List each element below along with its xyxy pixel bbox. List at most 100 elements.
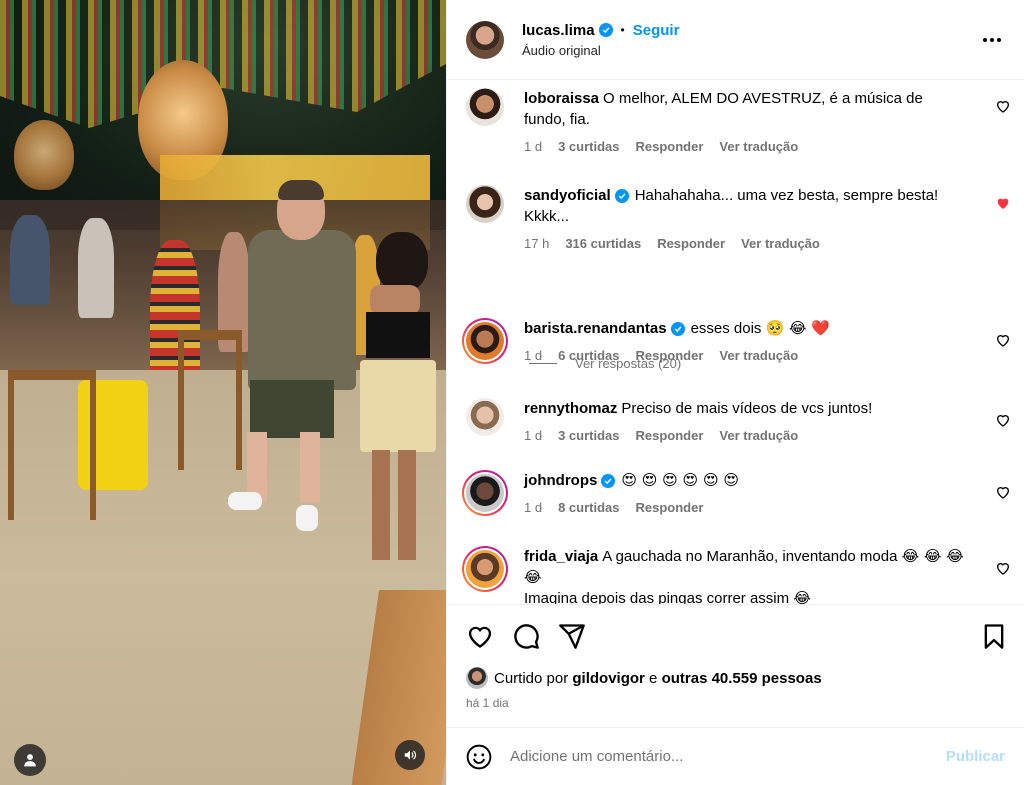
comment-content: Preciso de mais vídeos de vcs juntos!	[621, 400, 873, 417]
more-options-button[interactable]	[980, 28, 1004, 52]
heart-icon[interactable]	[995, 412, 1011, 428]
woman-shoulders	[370, 285, 420, 315]
comment: barista.renandantas esses dois 🥺 😂 ❤️ 1 d…	[447, 318, 1024, 364]
comment-icon[interactable]	[512, 622, 540, 650]
comment-likes[interactable]: 316 curtidas	[565, 236, 641, 251]
mute-button[interactable]	[395, 740, 425, 770]
header-row: lucas.lima • Seguir	[522, 22, 679, 39]
avatar	[466, 474, 504, 512]
heart-icon[interactable]	[995, 332, 1011, 348]
woman-leg	[398, 450, 416, 560]
comment-username[interactable]: loboraissa	[524, 90, 599, 107]
comment-body: sandyoficial Hahahahaha... uma vez besta,…	[524, 185, 964, 251]
comment-text: johndrops 😍 😍 😍 😍 😍 😍	[524, 470, 964, 491]
comment-content: A gauchada no Maranhão, inventando moda	[602, 548, 898, 565]
avatar	[466, 550, 504, 588]
comment-text: frida_viaja A gauchada no Maranhão, inven…	[524, 546, 964, 604]
post-side-panel: lucas.lima • Seguir Áudio original lobor…	[446, 0, 1024, 785]
reply-button[interactable]: Responder	[636, 500, 704, 515]
liked-by-others[interactable]: outras 40.559 pessoas	[662, 670, 822, 687]
share-icon[interactable]	[558, 622, 586, 650]
shoe	[296, 505, 318, 531]
lantern	[14, 120, 74, 190]
follow-button[interactable]: Seguir	[633, 22, 680, 39]
post-timestamp[interactable]: há 1 dia	[447, 696, 1024, 718]
person	[10, 215, 50, 305]
likes-summary: Curtido por gildovigor e outras 40.559 p…	[447, 664, 1024, 692]
comment-time[interactable]: 1 d	[524, 500, 542, 515]
translate-button[interactable]: Ver tradução	[719, 428, 798, 443]
avatar[interactable]	[466, 185, 504, 223]
audio-link[interactable]: Áudio original	[522, 43, 679, 58]
chair	[178, 330, 242, 470]
avatar[interactable]	[466, 20, 504, 59]
comment-meta: 1 d 8 curtidas Responder	[524, 500, 964, 515]
heart-icon[interactable]	[466, 622, 494, 650]
comment-text: rennythomaz Preciso de mais vídeos de vcs…	[524, 398, 964, 419]
avatar	[466, 322, 504, 360]
heart-filled-icon[interactable]	[995, 195, 1011, 211]
reply-button[interactable]: Responder	[636, 428, 704, 443]
tagged-users-button[interactable]	[14, 744, 46, 776]
comment-likes[interactable]: 6 curtidas	[558, 348, 619, 363]
comment-time[interactable]: 1 d	[524, 348, 542, 363]
author-username[interactable]: lucas.lima	[522, 22, 595, 39]
comment-likes[interactable]: 8 curtidas	[558, 500, 619, 515]
comment-meta: 1 d 6 curtidas Responder Ver tradução	[524, 348, 964, 363]
man-figure	[248, 230, 356, 390]
comment-content-continued: Imagina depois das pingas correr assim	[524, 590, 790, 604]
translate-button[interactable]: Ver tradução	[719, 139, 798, 154]
comment-body: rennythomaz Preciso de mais vídeos de vcs…	[524, 398, 964, 443]
comment-emoji: 🥺 😂 ❤️	[765, 319, 831, 337]
avatar[interactable]	[466, 667, 488, 689]
avatar[interactable]	[466, 398, 504, 436]
story-ring[interactable]	[462, 318, 508, 364]
emoji-icon[interactable]	[466, 744, 492, 770]
reply-button[interactable]: Responder	[657, 236, 725, 251]
story-ring[interactable]	[462, 470, 508, 516]
heart-icon[interactable]	[995, 484, 1011, 500]
reply-button[interactable]: Responder	[636, 348, 704, 363]
woman-shorts	[360, 360, 436, 452]
comment-username[interactable]: frida_viaja	[524, 548, 598, 565]
comment-time[interactable]: 1 d	[524, 139, 542, 154]
bookmark-icon[interactable]	[980, 622, 1008, 650]
man-hair	[278, 180, 324, 200]
comment-composer: Publicar	[447, 727, 1024, 785]
post-video[interactable]	[0, 0, 446, 785]
comment-meta: 1 d 3 curtidas Responder Ver tradução	[524, 428, 964, 443]
heart-icon[interactable]	[995, 98, 1011, 114]
comment-likes[interactable]: 3 curtidas	[558, 139, 619, 154]
comments-list[interactable]: loboraissa O melhor, ALEM DO AVESTRUZ, é …	[447, 80, 1024, 604]
shoe	[228, 492, 262, 510]
translate-button[interactable]: Ver tradução	[741, 236, 820, 251]
comment-username[interactable]: johndrops	[524, 472, 597, 489]
chair	[8, 370, 96, 520]
reply-button[interactable]: Responder	[636, 139, 704, 154]
liked-by-conj: e	[649, 669, 658, 687]
separator-dot: •	[620, 23, 625, 37]
woman-top	[366, 312, 430, 358]
translate-button[interactable]: Ver tradução	[719, 348, 798, 363]
verified-icon	[601, 474, 616, 488]
person	[78, 218, 114, 318]
comment-username[interactable]: barista.renandantas	[524, 320, 667, 337]
heart-icon[interactable]	[995, 560, 1011, 576]
liked-by-user[interactable]: gildovigor	[572, 670, 645, 687]
post-actions	[447, 604, 1024, 664]
comment-time[interactable]: 17 h	[524, 236, 549, 251]
comment-input[interactable]	[510, 748, 946, 765]
avatar[interactable]	[466, 88, 504, 126]
comment-time[interactable]: 1 d	[524, 428, 542, 443]
comment-username[interactable]: rennythomaz	[524, 400, 617, 417]
user-icon	[24, 754, 36, 767]
story-ring[interactable]	[462, 546, 508, 592]
comment: johndrops 😍 😍 😍 😍 😍 😍 1 d 8 curtidas Resp…	[447, 470, 1024, 516]
comment-meta: 1 d 3 curtidas Responder Ver tradução	[524, 139, 964, 154]
comment-likes[interactable]: 3 curtidas	[558, 428, 619, 443]
more-icon	[983, 38, 1001, 42]
post-header: lucas.lima • Seguir Áudio original	[447, 0, 1024, 80]
woman-hair	[376, 232, 428, 292]
publish-button[interactable]: Publicar	[946, 748, 1005, 765]
comment-username[interactable]: sandyoficial	[524, 187, 611, 204]
